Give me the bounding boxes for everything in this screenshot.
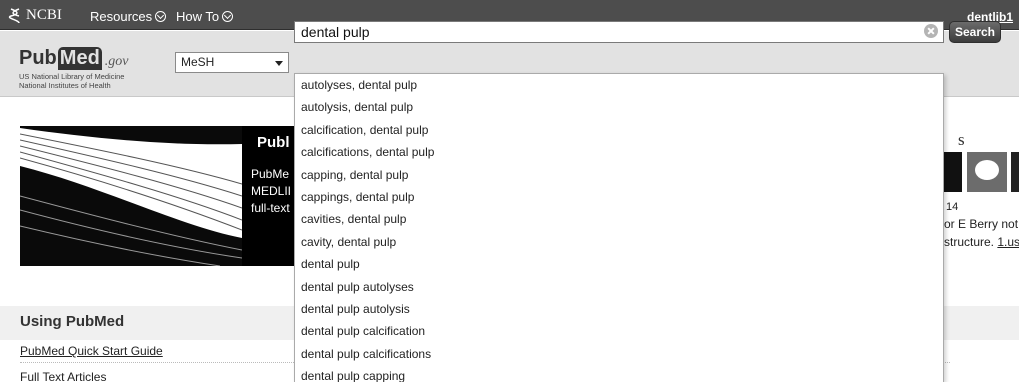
banner-line-3: full-text: [251, 201, 290, 215]
suggestion-item[interactable]: dental pulp autolysis: [295, 298, 943, 320]
resources-label: Resources: [90, 9, 153, 24]
suggestion-item[interactable]: dental pulp autolyses: [295, 276, 943, 298]
right-thumbnail-edge[interactable]: [1011, 152, 1019, 192]
suggestion-item[interactable]: cavity, dental pulp: [295, 231, 943, 253]
suggestion-item[interactable]: dental pulp calcification: [295, 320, 943, 342]
clear-search-icon[interactable]: [924, 24, 938, 38]
suggestion-item[interactable]: capping, dental pulp: [295, 164, 943, 186]
right-panel-text-2: structure. 1.us: [944, 235, 1019, 249]
suggestion-item[interactable]: calcification, dental pulp: [295, 119, 943, 141]
database-select[interactable]: MeSH: [175, 52, 289, 73]
chat-bubble-icon: [975, 160, 999, 180]
suggestion-item[interactable]: autolysis, dental pulp: [295, 96, 943, 118]
banner-line-2: MEDLII: [251, 184, 292, 198]
full-text-articles-link[interactable]: Full Text Articles: [20, 370, 106, 382]
ncbi-logo[interactable]: NCBI: [8, 7, 62, 24]
logo-pub: Pub: [19, 47, 57, 69]
right-thumbnail-chat[interactable]: [967, 152, 1007, 192]
banner-image: [20, 126, 242, 266]
right-thumbnail-dark[interactable]: [944, 152, 962, 192]
banner-title: Publ: [257, 134, 290, 151]
chevron-down-icon: [222, 11, 234, 22]
banner-text: PubMe MEDLII full-text: [251, 166, 291, 217]
pubmed-logo[interactable]: Pub Med .gov: [19, 47, 129, 70]
suggestion-item[interactable]: dental pulp: [295, 253, 943, 275]
suggestion-item[interactable]: cavities, dental pulp: [295, 208, 943, 230]
nlm-credit: US National Library of Medicine National…: [19, 72, 124, 90]
right-panel-title: s: [958, 130, 965, 149]
suggestion-item[interactable]: calcifications, dental pulp: [295, 141, 943, 163]
ncbi-logo-text: NCBI: [26, 7, 62, 23]
search-input[interactable]: [294, 21, 944, 43]
how-to-menu[interactable]: How To: [176, 9, 234, 24]
resources-menu[interactable]: Resources: [90, 9, 167, 24]
nlm-line-2: National Institutes of Health: [19, 81, 111, 90]
chevron-down-icon: [155, 11, 167, 22]
ncbi-helix-icon: [8, 7, 20, 23]
suggestion-item[interactable]: dental pulp capping: [295, 365, 943, 382]
search-button[interactable]: Search: [949, 21, 1001, 43]
right-panel-date: 14: [946, 201, 959, 213]
right-panel-text-1: or E Berry not: [944, 217, 1019, 231]
suggestion-item[interactable]: dental pulp calcifications: [295, 343, 943, 365]
nlm-line-1: US National Library of Medicine: [19, 72, 125, 81]
database-selected-value: MeSH: [181, 55, 215, 69]
how-to-label: How To: [176, 9, 220, 24]
suggestion-item[interactable]: cappings, dental pulp: [295, 186, 943, 208]
right-panel-text-2-body: structure.: [944, 235, 995, 249]
autocomplete-dropdown: autolyses, dental pulp autolysis, dental…: [294, 73, 944, 382]
using-pubmed-title: Using PubMed: [20, 313, 125, 330]
banner-line-1: PubMe: [251, 167, 290, 181]
suggestion-item[interactable]: autolyses, dental pulp: [295, 74, 943, 96]
right-panel-link[interactable]: 1.us: [997, 235, 1019, 249]
logo-gov: .gov: [104, 54, 129, 69]
banner-curves-graphic: [20, 126, 242, 266]
dropdown-arrow-icon: [275, 61, 283, 66]
quick-start-guide-link[interactable]: PubMed Quick Start Guide: [20, 344, 163, 358]
logo-med: Med: [57, 47, 102, 70]
